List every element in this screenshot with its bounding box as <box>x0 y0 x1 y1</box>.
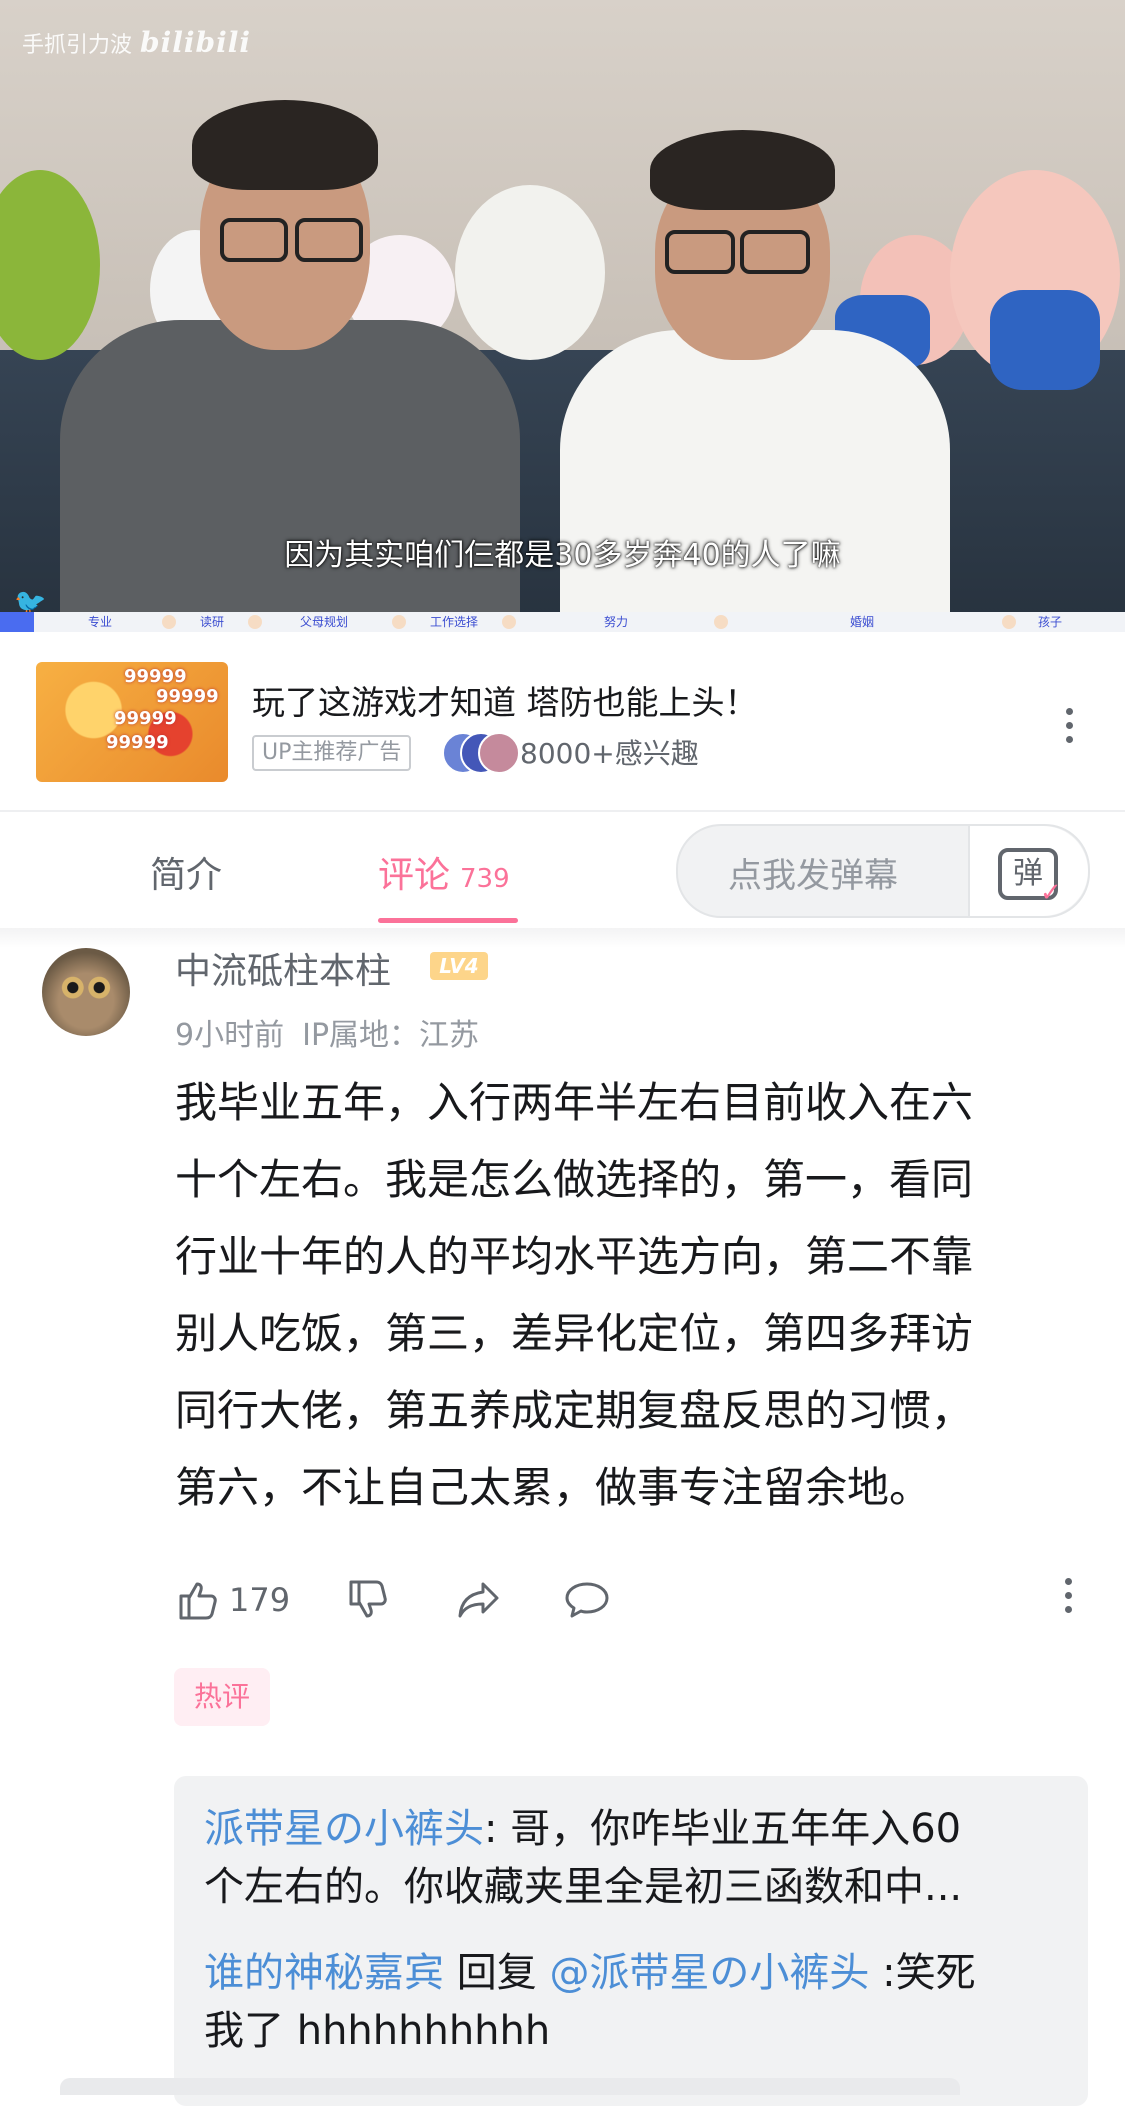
progress-fill <box>0 612 34 632</box>
ad-banner[interactable]: 99999 99999 99999 99999 玩了这游戏才知道 塔防也能上头！… <box>0 632 1125 812</box>
like-button[interactable]: 179 <box>175 1572 290 1628</box>
ad-thumb-text: 99999 <box>106 732 169 753</box>
comment-username[interactable]: 中流砥柱本柱 <box>175 942 391 994</box>
active-tab-indicator <box>378 918 518 923</box>
ad-interest-count: 8000+感兴趣 <box>520 737 699 770</box>
plush-toy <box>990 290 1100 390</box>
chapter-marker <box>502 615 516 629</box>
reply-username[interactable]: 谁的神秘嘉宾 <box>204 1950 444 1996</box>
danmu-input-box[interactable]: 点我发弹幕 弹 ✓ <box>676 824 1090 918</box>
comment-more-icon[interactable] <box>1065 1578 1073 1620</box>
chapter-marker <box>714 615 728 629</box>
ad-thumb-text: 99999 <box>124 666 187 687</box>
chapter-label[interactable]: 婚姻 <box>850 613 874 630</box>
dislike-button[interactable] <box>345 1572 393 1628</box>
tab-intro[interactable]: 简介 <box>150 846 222 898</box>
comment-count: 739 <box>460 864 510 894</box>
ad-title[interactable]: 玩了这游戏才知道 塔防也能上头！ <box>252 676 758 724</box>
comment-line: 行业十年的人的平均水平选方向，第二不靠 <box>175 1232 974 1281</box>
ad-thumb-text: 99999 <box>156 686 219 707</box>
watermark-channel: 手抓引力波 <box>22 33 133 58</box>
danmu-placeholder[interactable]: 点我发弹幕 <box>728 848 898 897</box>
avatar[interactable] <box>42 948 130 1036</box>
reply-text: 我了 hhhhhhhhhh <box>204 2008 551 2054</box>
comment-meta: 9小时前 IP属地：江苏 <box>175 1010 479 1054</box>
comment-time: 9小时前 <box>175 1018 285 1053</box>
reply-item[interactable]: 谁的神秘嘉宾 回复 @派带星の小裤头 :笑死 我了 hhhhhhhhhh <box>204 1944 1064 2060</box>
reply-text: 个左右的。你收藏夹里全是初三函数和中... <box>204 1864 963 1910</box>
hot-comment-badge: 热评 <box>174 1668 270 1726</box>
reply-username[interactable]: 派带星の小裤头 <box>204 1806 484 1852</box>
comment-line: 第六，不让自己太累，做事专注留余地。 <box>175 1463 932 1512</box>
ad-more-icon[interactable] <box>1066 708 1074 750</box>
comment-ip: IP属地：江苏 <box>302 1018 480 1053</box>
chapter-label[interactable]: 孩子 <box>1038 613 1062 630</box>
chapter-label[interactable]: 专业 <box>88 613 112 630</box>
chapter-label[interactable]: 努力 <box>604 613 628 630</box>
share-icon <box>458 1582 499 1618</box>
tab-comments[interactable]: 评论 739 <box>378 846 510 898</box>
reply-text: : 哥，你咋毕业五年年入60 <box>484 1806 962 1852</box>
ad-tag: UP主推荐广告 <box>252 735 412 771</box>
chapter-label[interactable]: 工作选择 <box>430 613 478 630</box>
thumbs-down-icon <box>349 1580 387 1618</box>
comment-content[interactable]: 我毕业五年，入行两年半左右目前收入在六 十个左右。我是怎么做选择的，第一，看同 … <box>175 1064 1075 1526</box>
reply-word: 回复 <box>444 1950 550 1996</box>
video-subtitle: 因为其实咱们仨都是30多岁奔40的人了嘛 <box>284 538 841 573</box>
comment-line: 十个左右。我是怎么做选择的，第一，看同 <box>175 1155 974 1204</box>
check-icon: ✓ <box>1040 878 1062 908</box>
share-button[interactable] <box>455 1572 503 1628</box>
comment-line: 同行大佬，第五养成定期复盘反思的习惯， <box>175 1386 974 1435</box>
comment-line: 别人吃饭，第三，差异化定位，第四多拜访 <box>175 1309 974 1358</box>
bottom-input-bar[interactable] <box>60 2078 960 2095</box>
chapter-progress-bar[interactable]: 专业 读研 父母规划 工作选择 努力 婚姻 孩子 <box>0 612 1125 632</box>
video-watermark: 手抓引力波 bilibili <box>22 26 251 59</box>
reply-item[interactable]: 派带星の小裤头: 哥，你咋毕业五年年入60 个左右的。你收藏夹里全是初三函数和中… <box>204 1800 1064 1916</box>
bilibili-logo: bilibili <box>140 26 251 59</box>
avatar <box>478 732 520 774</box>
reply-mention[interactable]: @派带星の小裤头 <box>549 1950 869 1996</box>
danmu-toggle-button[interactable]: 弹 ✓ <box>968 826 1088 916</box>
chapter-marker <box>392 615 406 629</box>
reply-text: :笑死 <box>869 1950 976 1996</box>
divider <box>0 928 1125 948</box>
video-player[interactable]: 手抓引力波 bilibili 因为其实咱们仨都是30多岁奔40的人了嘛 🐦 专业 … <box>0 0 1125 632</box>
ad-thumbnail[interactable]: 99999 99999 99999 99999 <box>36 662 228 782</box>
thumbs-up-icon <box>179 1582 217 1620</box>
level-badge: LV4 <box>430 952 488 980</box>
comment-line: 我毕业五年，入行两年半左右目前收入在六 <box>175 1078 974 1127</box>
tab-intro-label: 简介 <box>150 855 223 896</box>
comment-bubble-icon <box>565 1582 609 1618</box>
reply-preview-box[interactable]: 派带星の小裤头: 哥，你咋毕业五年年入60 个左右的。你收藏夹里全是初三函数和中… <box>174 1776 1088 2106</box>
comment-actions: 179 <box>175 1572 1095 1628</box>
chapter-marker <box>248 615 262 629</box>
chapter-marker <box>162 615 176 629</box>
like-count: 179 <box>229 1581 291 1619</box>
reply-button[interactable] <box>563 1572 611 1628</box>
chapter-label[interactable]: 读研 <box>200 613 224 630</box>
ad-interest-avatars <box>442 732 520 774</box>
chapter-label[interactable]: 父母规划 <box>300 613 348 630</box>
tab-comments-label: 评论 <box>378 855 451 896</box>
ad-thumb-text: 99999 <box>114 708 177 729</box>
chapter-marker <box>1002 615 1016 629</box>
